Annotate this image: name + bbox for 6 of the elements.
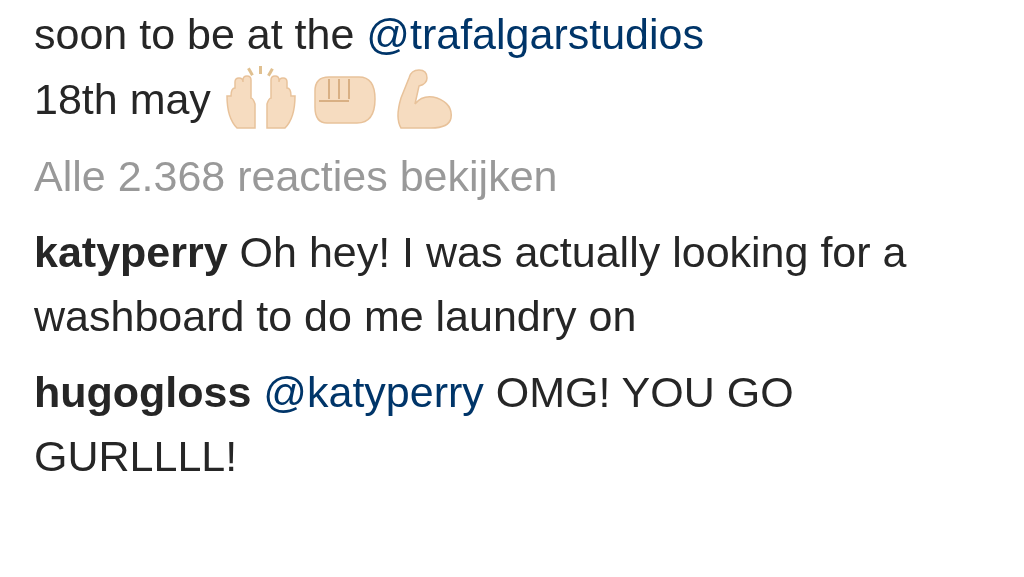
raised-hands-icon <box>224 66 297 132</box>
caption-text: 18th may <box>34 74 211 125</box>
comment-text: hugogloss @katyperry OMG! YOU GO GURLLLL! <box>34 367 795 482</box>
caption-text: soon to be at the @trafalgarstudios <box>34 9 704 60</box>
mention-link[interactable]: @katyperry <box>263 368 484 416</box>
mention-link[interactable]: @trafalgarstudios <box>366 10 704 58</box>
